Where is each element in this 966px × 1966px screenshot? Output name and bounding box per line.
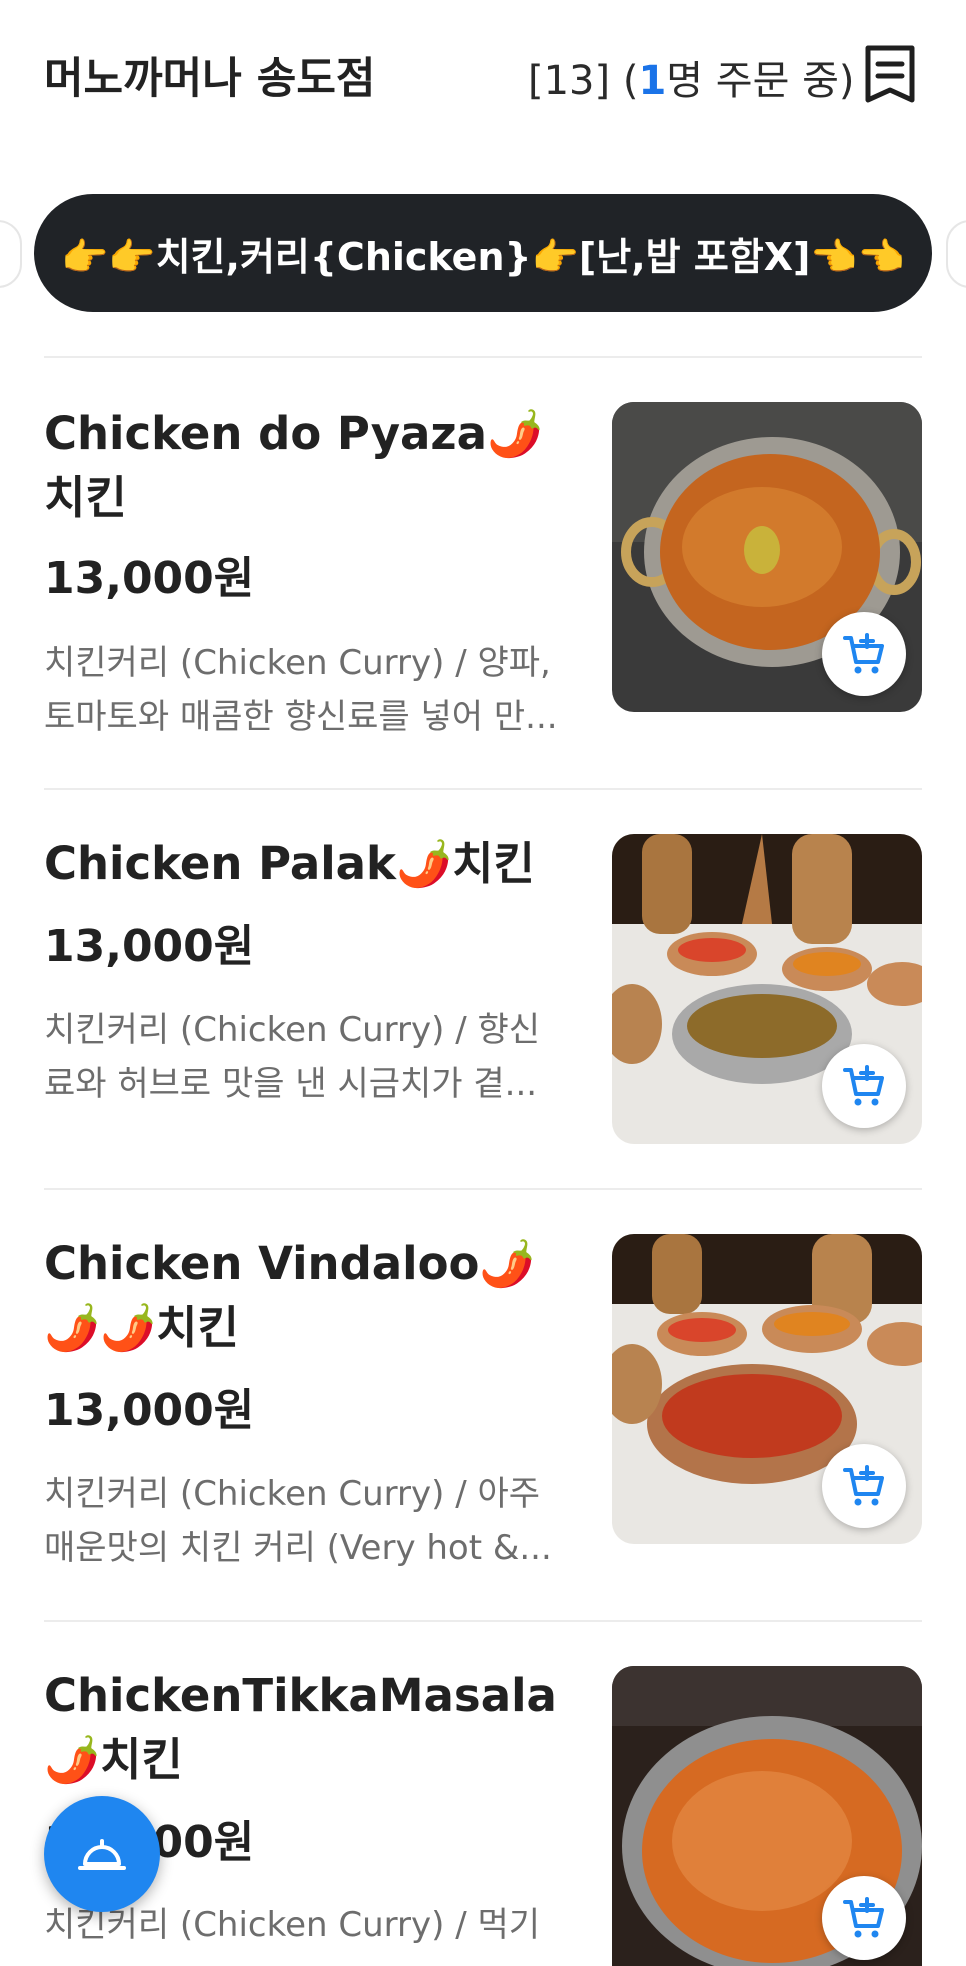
item-image[interactable] xyxy=(612,402,922,712)
divider xyxy=(44,788,922,790)
item-description: 치킨커리 (Chicken Curry) / 향신료와 허브로 맛을 낸 시금치… xyxy=(44,1010,541,1104)
add-to-cart-button[interactable] xyxy=(822,1876,906,1960)
item-price: 13,000원 xyxy=(44,553,255,604)
receipt-button[interactable] xyxy=(862,44,918,106)
add-to-cart-button[interactable] xyxy=(822,612,906,696)
divider xyxy=(44,1188,922,1190)
service-bell-icon xyxy=(78,1839,126,1870)
item-image[interactable] xyxy=(612,1666,922,1966)
category-next-edge[interactable] xyxy=(946,220,966,288)
header: 머노까머나 송도점 [13] (1명 주문 중) xyxy=(0,0,966,150)
item-description: 치킨커리 (Chicken Curry) / 양파, 토마토와 매콤한 향신료를… xyxy=(44,643,558,737)
category-label: 👉👉치킨,커리{Chicken}👉[난,밥 포함X]👈👈 xyxy=(60,234,906,279)
add-cart-icon xyxy=(843,1897,884,1938)
item-price: 13,000원 xyxy=(44,921,255,972)
add-to-cart-button[interactable] xyxy=(822,1444,906,1528)
item-name: ChickenTikkaMasala🌶️치킨 xyxy=(44,1669,557,1786)
item-description: 치킨커리 (Chicken Curry) / 아주 매운맛의 치킨 커리 (Ve… xyxy=(44,1474,552,1568)
item-name: Chicken Vindaloo🌶️🌶️🌶️치킨 xyxy=(44,1237,536,1354)
store-name: 머노까머나 송도점 xyxy=(44,54,376,104)
receipt-icon xyxy=(865,45,915,103)
item-image[interactable] xyxy=(612,1234,922,1544)
add-to-cart-button[interactable] xyxy=(822,1044,906,1128)
add-cart-icon xyxy=(843,1065,884,1106)
item-image[interactable] xyxy=(612,834,922,1144)
order-count: 1 xyxy=(638,58,667,104)
order-status: [13] (1명 주문 중) xyxy=(528,48,855,106)
divider xyxy=(44,356,922,358)
add-cart-icon xyxy=(843,1465,884,1506)
category-tab-chicken[interactable]: 👉👉치킨,커리{Chicken}👉[난,밥 포함X]👈👈 xyxy=(34,194,932,312)
item-name: Chicken do Pyaza🌶️치킨 xyxy=(44,407,543,524)
order-status-suffix: 명 주문 중) xyxy=(666,58,855,104)
item-name: Chicken Palak🌶️치킨 xyxy=(44,837,535,890)
category-prev-edge[interactable] xyxy=(0,220,22,288)
order-status-prefix: [13] ( xyxy=(528,58,639,104)
divider xyxy=(44,1620,922,1622)
add-cart-icon xyxy=(843,633,884,674)
call-staff-button[interactable] xyxy=(44,1796,160,1912)
item-price: 13,000원 xyxy=(44,1385,255,1436)
